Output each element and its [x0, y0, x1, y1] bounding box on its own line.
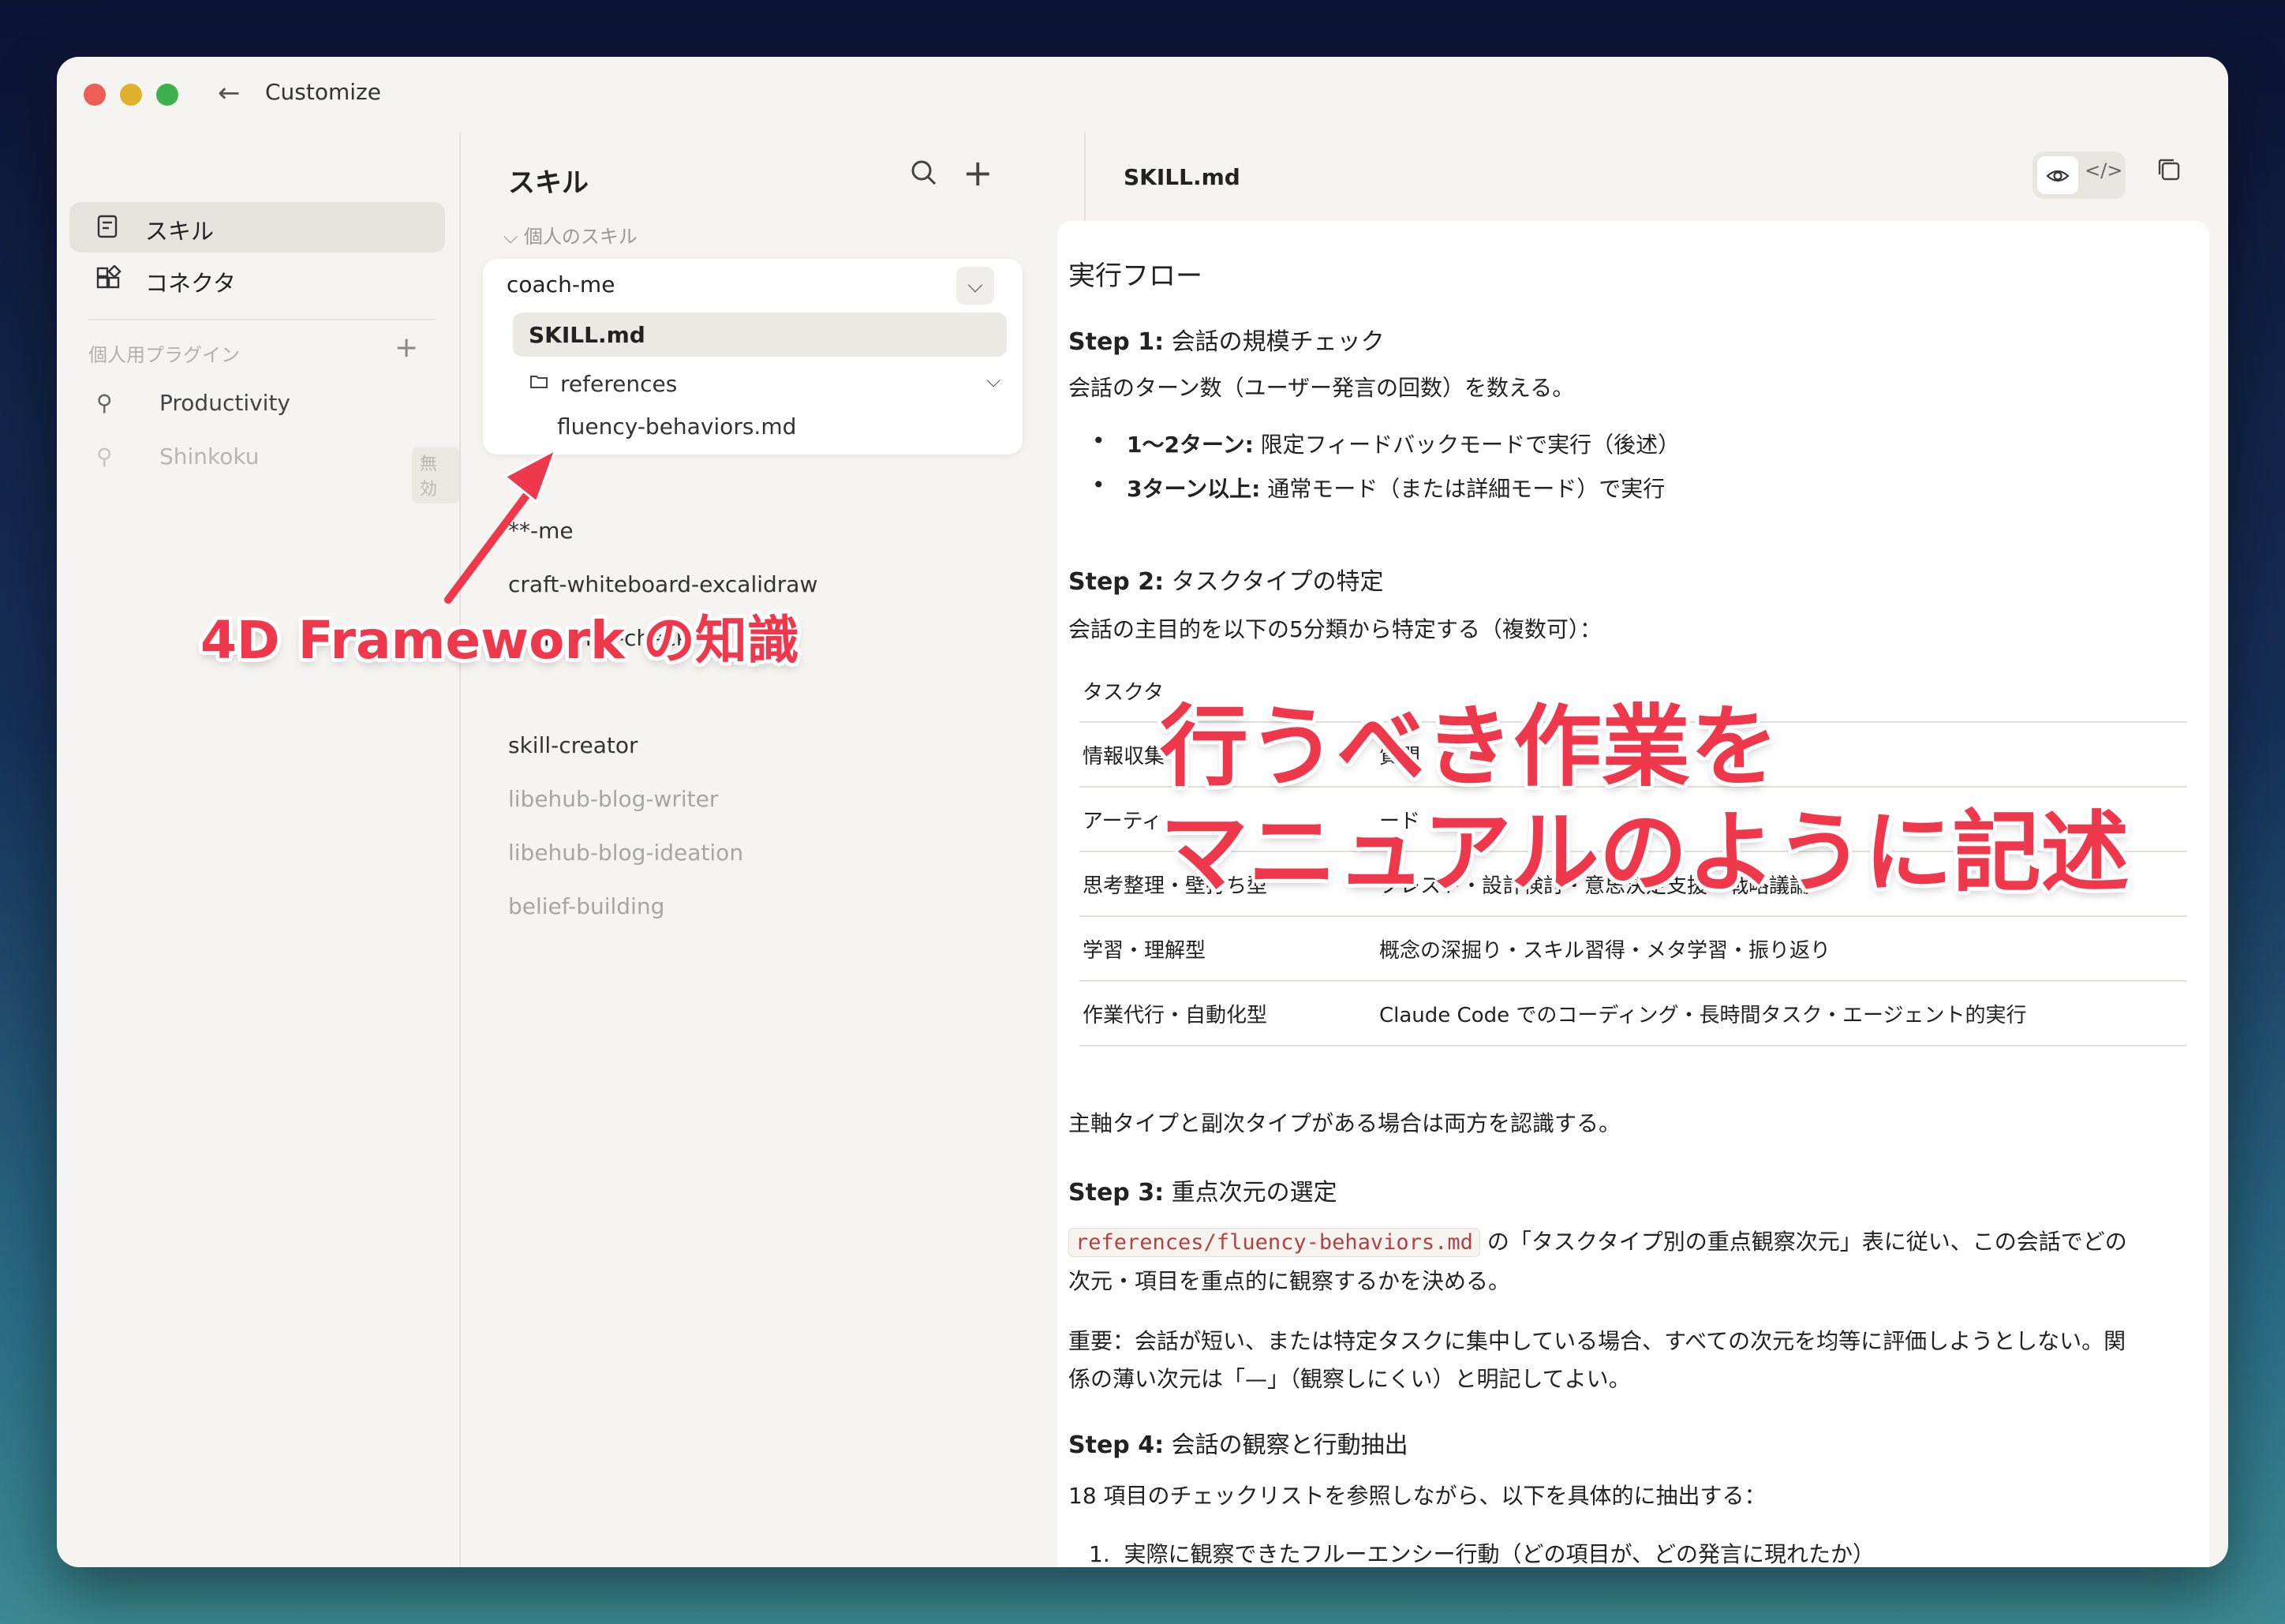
annotation-right-line2: マニュアルのように記述	[1160, 802, 2130, 904]
annotation-left: 4D Framework の知識	[200, 610, 799, 671]
